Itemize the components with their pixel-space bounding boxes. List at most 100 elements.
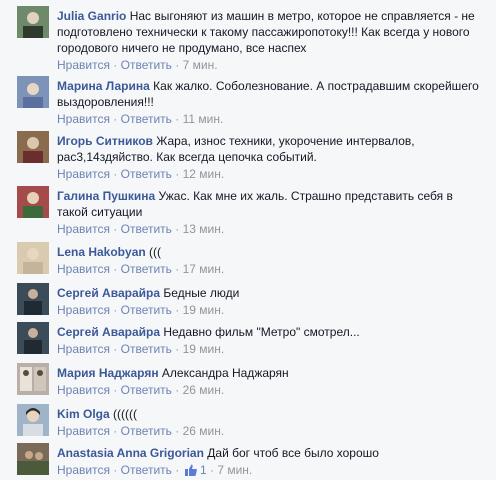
separator-dot: · (210, 463, 214, 477)
comment-body: Игорь Ситников Жара, износ техники, укор… (57, 133, 486, 182)
separator-dot: · (113, 167, 118, 181)
separator-dot: · (113, 262, 118, 276)
comment-author[interactable]: Марина Ларина (57, 79, 150, 93)
reply-link[interactable]: Ответить (121, 342, 172, 356)
comment-timestamp[interactable]: 7 мин. (183, 58, 218, 72)
comment-body: Lena Hakobyan ((( Нравится · Ответить · … (57, 244, 486, 277)
reply-link[interactable]: Ответить (121, 167, 172, 181)
avatar[interactable] (17, 76, 49, 108)
reply-link[interactable]: Ответить (121, 463, 172, 477)
like-count[interactable]: 1 (200, 463, 207, 477)
avatar[interactable] (17, 322, 49, 354)
reply-link[interactable]: Ответить (121, 222, 172, 236)
comment-meta: Нравится · Ответить · 19 мин. (57, 302, 486, 318)
comment-text: ((( (149, 245, 162, 259)
comment-timestamp[interactable]: 17 мин. (183, 262, 225, 276)
comment-timestamp[interactable]: 26 мин. (183, 383, 225, 397)
comment-timestamp[interactable]: 7 мин. (217, 463, 252, 477)
comment-body: Сергей Аварайра Бедные люди Нравится · О… (57, 285, 486, 318)
avatar[interactable] (17, 6, 49, 38)
like-thumb-icon[interactable] (184, 464, 197, 480)
comment-timestamp[interactable]: 19 мин. (183, 342, 225, 356)
comment-timestamp[interactable]: 19 мин. (183, 303, 225, 317)
comment-author[interactable]: Kim Olga (57, 407, 110, 421)
avatar[interactable] (17, 242, 49, 274)
avatar[interactable] (17, 404, 49, 436)
like-link[interactable]: Нравится (57, 383, 110, 397)
separator-dot: · (113, 463, 118, 477)
comment-meta: Нравится · Ответить · 26 мин. (57, 423, 486, 439)
reply-link[interactable]: Ответить (121, 303, 172, 317)
reply-link[interactable]: Ответить (121, 58, 172, 72)
avatar[interactable] (17, 283, 49, 315)
comment-meta: Нравится · Ответить · 12 мин. (57, 166, 486, 182)
avatar[interactable] (17, 363, 49, 395)
separator-dot: · (175, 222, 180, 236)
comment-meta: Нравится · Ответить · 11 мин. (57, 111, 486, 127)
separator-dot: · (113, 424, 118, 438)
comment-text: (((((( (113, 407, 138, 421)
like-link[interactable]: Нравится (57, 342, 110, 356)
avatar[interactable] (17, 186, 49, 218)
like-link[interactable]: Нравится (57, 303, 110, 317)
comment-meta: Нравится · Ответить · 17 мин. (57, 261, 486, 277)
separator-dot: · (113, 222, 118, 236)
avatar[interactable] (17, 443, 49, 475)
separator-dot: · (113, 342, 118, 356)
comment-text: Недавно фильм "Метро" смотрел... (163, 325, 360, 339)
reply-link[interactable]: Ответить (121, 262, 172, 276)
separator-dot: · (175, 303, 180, 317)
separator-dot: · (175, 167, 180, 181)
comment-author[interactable]: Сергей Аварайра (57, 325, 160, 339)
like-link[interactable]: Нравится (57, 167, 110, 181)
like-link[interactable]: Нравится (57, 58, 110, 72)
comment-author[interactable]: Julia Ganrio (57, 9, 126, 23)
comment-text: Дай бог чтоб все было хорошо (207, 446, 379, 460)
comment-timestamp[interactable]: 12 мин. (183, 167, 225, 181)
comment-text: Александра Наджарян (161, 366, 289, 380)
comment-meta: Нравится · Ответить · 7 мин. (57, 57, 486, 73)
comment-meta: Нравится · Ответить · 19 мин. (57, 341, 486, 357)
comment-author[interactable]: Lena Hakobyan (57, 245, 146, 259)
comment-author[interactable]: Мария Наджарян (57, 366, 159, 380)
like-link[interactable]: Нравится (57, 112, 110, 126)
comment-body: Сергей Аварайра Недавно фильм "Метро" см… (57, 324, 486, 357)
separator-dot: · (175, 383, 180, 397)
comment-author[interactable]: Игорь Ситников (57, 134, 153, 148)
comment-meta: Нравится · Ответить · 1 · 7 мин. (57, 462, 486, 480)
comment-author[interactable]: Сергей Аварайра (57, 286, 160, 300)
separator-dot: · (113, 303, 118, 317)
comment-body: Kim Olga (((((( Нравится · Ответить · 26… (57, 406, 486, 439)
comment-body: Julia Ganrio Нас выгоняют из машин в мет… (57, 8, 486, 73)
comment-timestamp[interactable]: 11 мин. (183, 112, 224, 126)
like-link[interactable]: Нравится (57, 463, 110, 477)
separator-dot: · (175, 262, 180, 276)
comment-meta: Нравится · Ответить · 26 мин. (57, 382, 486, 398)
avatar[interactable] (17, 131, 49, 163)
separator-dot: · (113, 112, 118, 126)
reply-link[interactable]: Ответить (121, 383, 172, 397)
comment-timestamp[interactable]: 26 мин. (183, 424, 225, 438)
separator-dot: · (175, 424, 180, 438)
comment-body: Anastasia Anna Grigorian Дай бог чтоб вс… (57, 445, 486, 480)
comment-author[interactable]: Anastasia Anna Grigorian (57, 446, 204, 460)
reply-link[interactable]: Ответить (121, 424, 172, 438)
reply-link[interactable]: Ответить (121, 112, 172, 126)
like-link[interactable]: Нравится (57, 222, 110, 236)
separator-dot: · (175, 342, 180, 356)
separator-dot: · (175, 463, 180, 477)
comment-body: Марина Ларина Как жалко. Соболезнование.… (57, 78, 486, 127)
separator-dot: · (113, 383, 118, 397)
comment-timestamp[interactable]: 13 мин. (183, 222, 225, 236)
like-link[interactable]: Нравится (57, 262, 110, 276)
separator-dot: · (113, 58, 118, 72)
comment-text: Бедные люди (163, 286, 240, 300)
separator-dot: · (175, 58, 180, 72)
comment-body: Мария Наджарян Александра Наджарян Нрави… (57, 365, 486, 398)
comments-list: Julia Ganrio Нас выгоняют из машин в мет… (0, 0, 496, 480)
comment-body: Галина Пушкина Ужас. Как мне их жаль. Ст… (57, 188, 486, 237)
comment-author[interactable]: Галина Пушкина (57, 189, 155, 203)
separator-dot: · (175, 112, 180, 126)
comment-meta: Нравится · Ответить · 13 мин. (57, 221, 486, 237)
like-link[interactable]: Нравится (57, 424, 110, 438)
